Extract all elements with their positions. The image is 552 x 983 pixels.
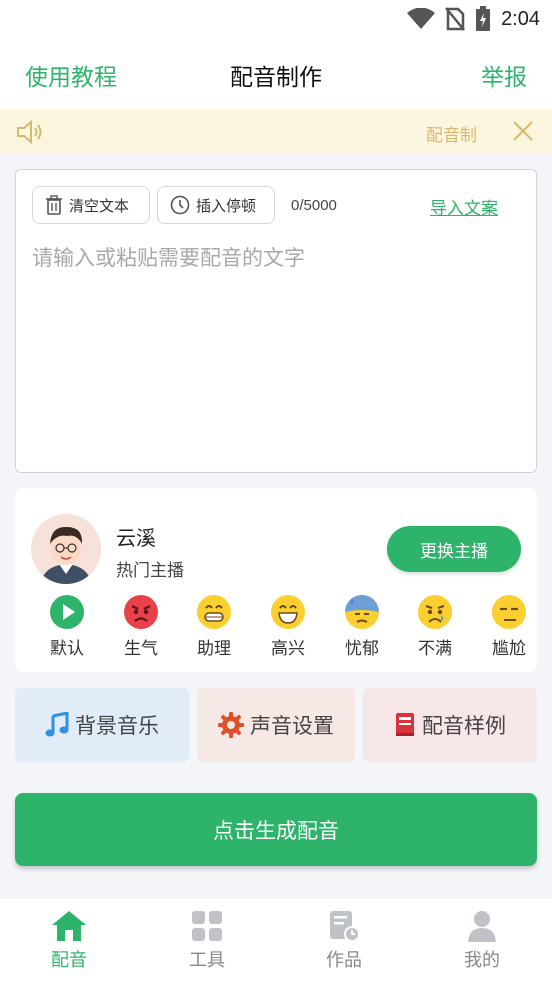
emotion-awkward[interactable]: 尴尬 bbox=[474, 594, 537, 659]
tab-tools[interactable]: 工具 bbox=[157, 910, 257, 972]
sad-face-icon bbox=[418, 595, 452, 629]
close-icon[interactable] bbox=[512, 120, 534, 142]
status-bar: 2:04 bbox=[0, 0, 552, 40]
tab-label: 配音 bbox=[51, 950, 87, 971]
emotion-happy[interactable]: 高兴 bbox=[253, 594, 323, 659]
tab-label: 工具 bbox=[189, 950, 225, 971]
emotion-list: 默认 生气 助理 高兴 忧郁 不满 尴尬 bbox=[15, 594, 537, 664]
emotion-melancholy[interactable]: 忧郁 bbox=[327, 594, 397, 659]
status-time: 2:04 bbox=[501, 7, 540, 30]
report-link[interactable]: 举报 bbox=[481, 58, 527, 92]
home-icon bbox=[52, 911, 86, 941]
emotion-label: 忧郁 bbox=[345, 639, 379, 659]
no-sim-icon bbox=[445, 7, 466, 31]
anchor-subtitle: 热门主播 bbox=[116, 561, 184, 581]
voice-settings-tile[interactable]: 声音设置 bbox=[197, 688, 355, 762]
emotion-default[interactable]: 默认 bbox=[32, 594, 102, 659]
tab-dubbing[interactable]: 配音 bbox=[19, 910, 119, 972]
background-music-tile[interactable]: 背景音乐 bbox=[15, 688, 189, 762]
import-text-link[interactable]: 导入文案 bbox=[430, 194, 498, 219]
trash-icon bbox=[46, 195, 62, 215]
clear-text-label: 清空文本 bbox=[69, 196, 130, 215]
speaker-icon bbox=[17, 120, 42, 144]
emotion-label: 不满 bbox=[418, 639, 452, 659]
page-title: 配音制作 bbox=[230, 65, 322, 91]
grid-icon bbox=[192, 911, 222, 941]
person-icon bbox=[468, 911, 496, 942]
text-editor[interactable]: 清空文本 插入停顿 0/5000 导入文案 请输入或粘贴需要配音的文字 bbox=[15, 169, 537, 473]
tab-works[interactable]: 作品 bbox=[294, 910, 394, 972]
insert-pause-button[interactable]: 插入停顿 bbox=[157, 186, 275, 224]
anchor-name: 云溪 bbox=[116, 526, 156, 550]
avatar bbox=[31, 514, 101, 584]
emotion-label: 高兴 bbox=[271, 639, 305, 659]
insert-pause-label: 插入停顿 bbox=[196, 196, 257, 215]
voice-settings-label: 声音设置 bbox=[250, 714, 334, 738]
emotion-label: 生气 bbox=[124, 639, 158, 659]
bottom-tab-bar: 配音 工具 作品 我的 bbox=[0, 897, 552, 983]
background-music-label: 背景音乐 bbox=[75, 714, 159, 738]
play-icon bbox=[50, 595, 84, 629]
battery-icon bbox=[476, 6, 491, 31]
clock-icon bbox=[170, 195, 190, 215]
anchor-card: 云溪 热门主播 更换主播 默认 生气 助理 高兴 忧郁 不满 尴尬 bbox=[15, 488, 537, 672]
change-anchor-button[interactable]: 更换主播 bbox=[387, 526, 521, 572]
emotion-label: 默认 bbox=[50, 639, 84, 659]
wifi-icon bbox=[407, 8, 436, 29]
music-note-icon bbox=[45, 712, 69, 737]
happy-face-icon bbox=[271, 595, 305, 629]
tab-label: 作品 bbox=[326, 950, 362, 971]
clear-text-button[interactable]: 清空文本 bbox=[32, 186, 150, 224]
notice-bar: 配音制 bbox=[0, 110, 552, 154]
book-icon bbox=[396, 713, 414, 736]
gear-icon bbox=[218, 712, 244, 738]
char-count: 0/5000 bbox=[291, 197, 337, 214]
text-input-placeholder[interactable]: 请输入或粘贴需要配音的文字 bbox=[32, 242, 305, 272]
tab-label: 我的 bbox=[464, 950, 500, 971]
document-clock-icon bbox=[330, 911, 360, 942]
generate-dubbing-button[interactable]: 点击生成配音 bbox=[15, 793, 537, 866]
unamused-face-icon bbox=[492, 595, 526, 629]
emotion-dissatisfied[interactable]: 不满 bbox=[400, 594, 470, 659]
tab-mine[interactable]: 我的 bbox=[432, 910, 532, 972]
emotion-assistant[interactable]: 助理 bbox=[179, 594, 249, 659]
emotion-label: 尴尬 bbox=[492, 639, 526, 659]
dubbing-sample-label: 配音样例 bbox=[422, 714, 506, 738]
sweat-face-icon bbox=[345, 595, 379, 629]
dubbing-sample-tile[interactable]: 配音样例 bbox=[363, 688, 537, 762]
emotion-label: 助理 bbox=[197, 639, 231, 659]
app-header: 使用教程 配音制作 举报 bbox=[0, 40, 552, 110]
status-icons: 2:04 bbox=[407, 6, 540, 32]
emotion-angry[interactable]: 生气 bbox=[106, 594, 176, 659]
angry-face-icon bbox=[124, 595, 158, 629]
notice-text: 配音制 bbox=[426, 126, 477, 146]
grin-face-icon bbox=[197, 595, 231, 629]
